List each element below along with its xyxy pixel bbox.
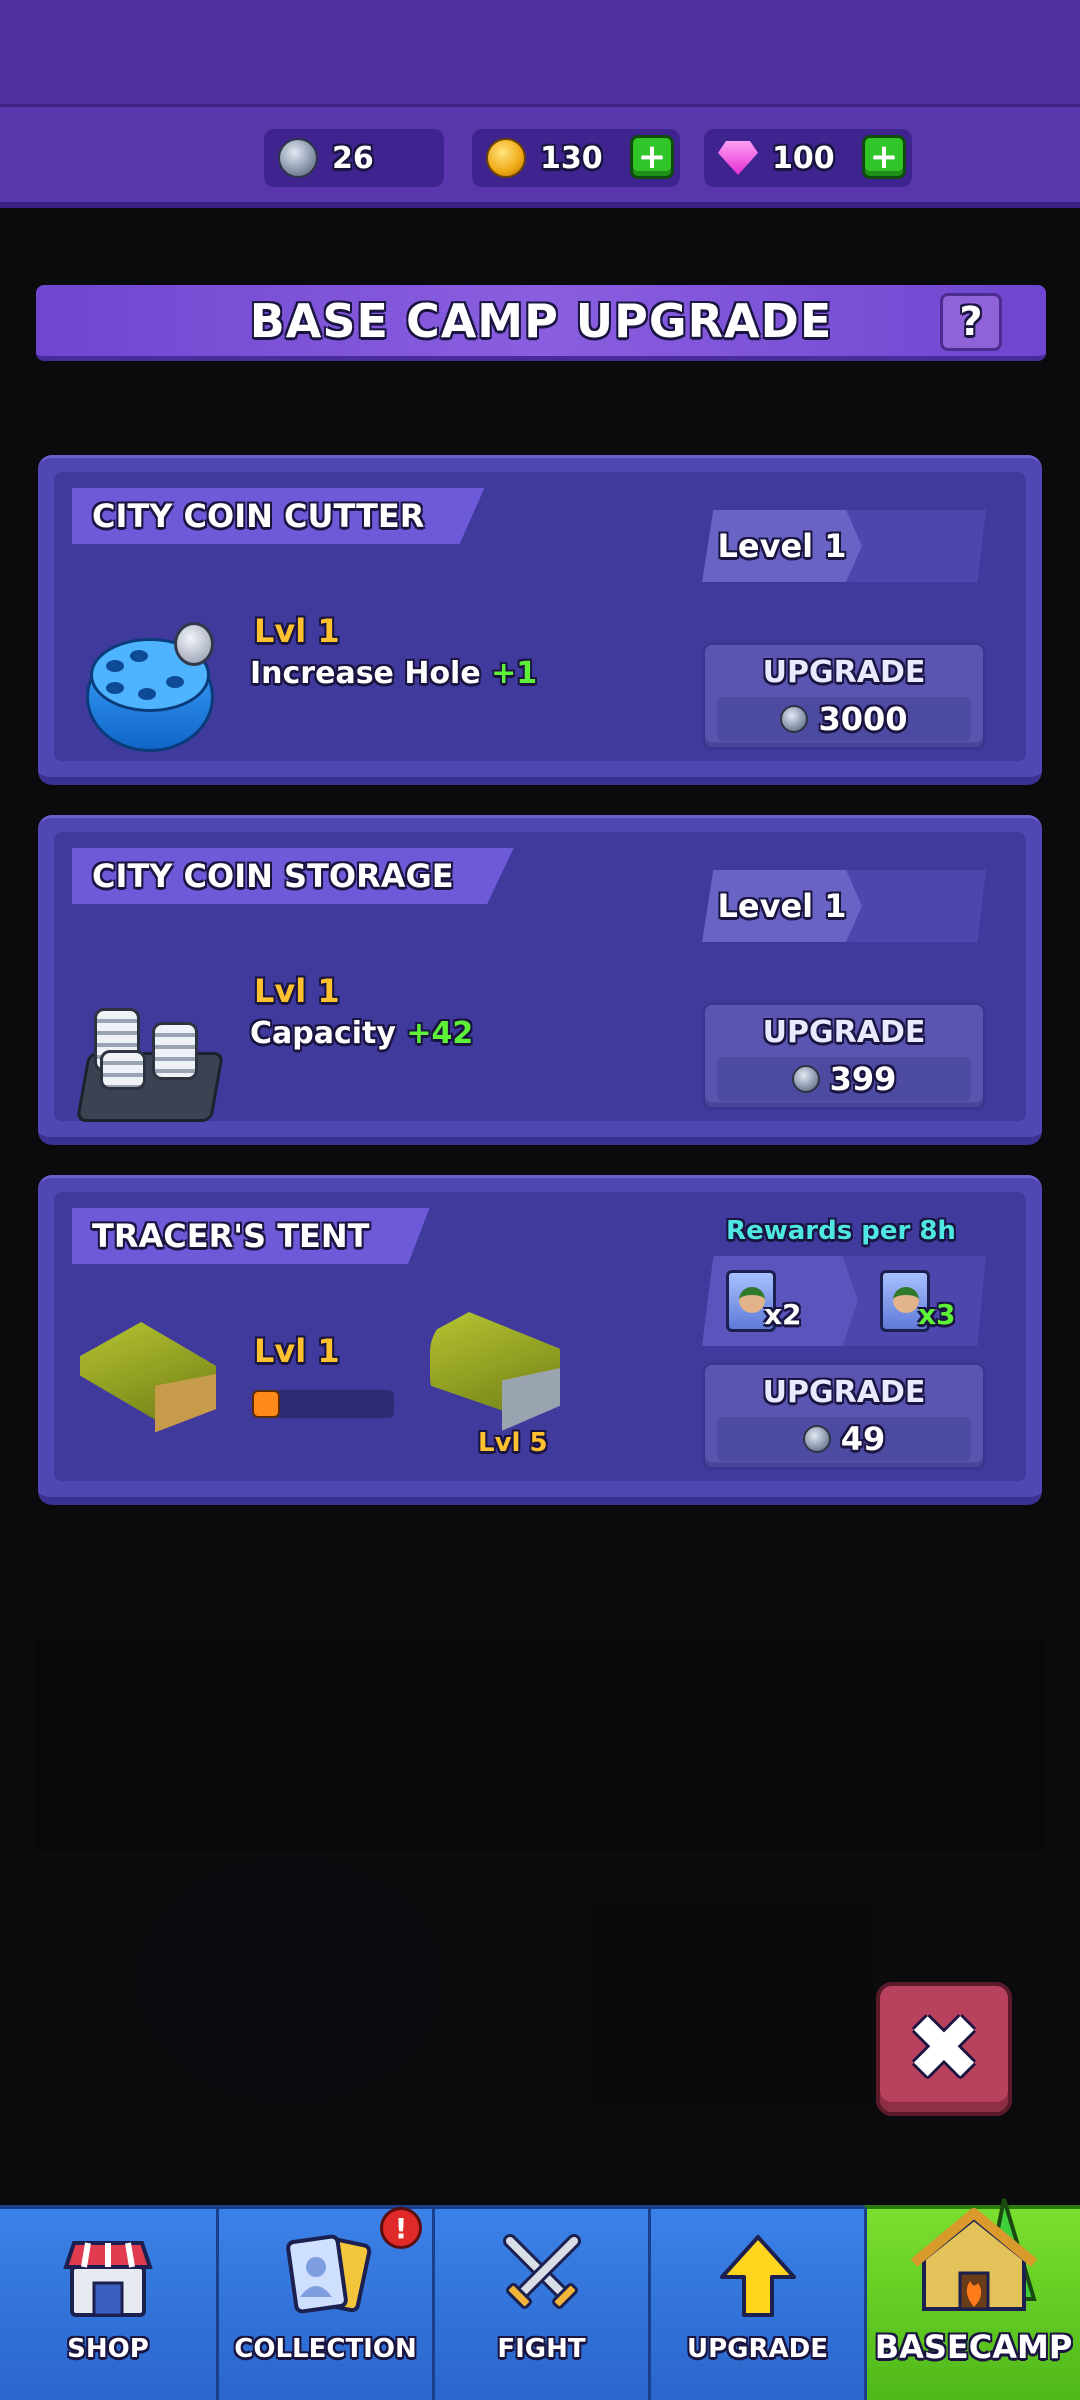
gem-icon <box>718 141 758 175</box>
collection-alert-badge: ! <box>380 2207 422 2249</box>
add-gems-button[interactable]: + <box>862 135 906 179</box>
reward-multiplier: x3 <box>918 1298 956 1331</box>
description-bonus: +42 <box>406 1016 474 1051</box>
card-panel: CITY COIN CUTTER Level 1 Lvl 1 Increase … <box>54 472 1026 761</box>
tent-progress-bar <box>252 1390 394 1418</box>
gold-coin-icon <box>486 138 526 178</box>
up-arrow-icon <box>719 2235 796 2317</box>
level-label: Level 1 <box>702 870 862 942</box>
description-label: Increase Hole <box>250 656 481 691</box>
coin-storage-icon <box>74 992 225 1122</box>
currency-bar: 26 130 + 100 + <box>0 104 1080 208</box>
nav-shop[interactable]: SHOP <box>0 2205 216 2400</box>
level-plate: Level 1 <box>702 510 986 582</box>
upgrade-label: UPGRADE <box>762 1375 926 1410</box>
silver-coin-icon <box>791 1065 820 1093</box>
page-title-banner: BASE CAMP UPGRADE ? <box>36 285 1046 361</box>
shop-icon <box>63 2241 153 2317</box>
coin-cutter-icon <box>86 622 216 752</box>
nav-label: COLLECTION <box>234 2334 417 2364</box>
level-plate: Level 1 <box>702 870 986 942</box>
next-level-text: Lvl 5 <box>478 1428 548 1458</box>
description-label: Capacity <box>250 1016 396 1051</box>
status-area <box>0 0 1080 104</box>
collection-icon <box>285 2234 371 2314</box>
rewards-label: Rewards per 8h <box>726 1216 956 1246</box>
close-button[interactable]: ✖ <box>876 1982 1012 2116</box>
upgrade-cost: 3000 <box>717 697 971 741</box>
card-title: TRACER'S TENT <box>72 1208 430 1264</box>
crossed-swords-icon <box>502 2234 581 2309</box>
upgrade-button[interactable]: UPGRADE 399 <box>702 1002 986 1110</box>
silver-coin-icon <box>278 138 318 178</box>
bottom-navigation: SHOP ! COLLECTION FIGHT UPGRADE BASECAMP <box>0 2198 1080 2400</box>
level-text: Lvl 1 <box>254 972 340 1010</box>
reward-multiplier: x2 <box>764 1298 802 1331</box>
upgrade-description: Capacity +42 <box>250 1016 473 1051</box>
nav-collection[interactable]: ! COLLECTION <box>216 2205 432 2400</box>
background-panel <box>36 1640 1044 1850</box>
nav-label: SHOP <box>67 2334 149 2364</box>
nav-label: FIGHT <box>497 2334 586 2364</box>
upgrade-cost: 49 <box>717 1417 971 1461</box>
gem-amount: 100 <box>772 140 835 176</box>
background-circle <box>140 1860 440 2100</box>
nav-upgrade[interactable]: UPGRADE <box>648 2205 864 2400</box>
tracers-tent-card: TRACER'S TENT Rewards per 8h x2 x3 Lvl 1… <box>38 1175 1042 1505</box>
nav-basecamp[interactable]: BASECAMP <box>864 2198 1080 2400</box>
coin-cutter-card: CITY COIN CUTTER Level 1 Lvl 1 Increase … <box>38 455 1042 785</box>
upgrade-button[interactable]: UPGRADE 3000 <box>702 642 986 750</box>
add-gold-button[interactable]: + <box>630 135 674 179</box>
level-text: Lvl 1 <box>254 1332 340 1370</box>
upgrade-label: UPGRADE <box>762 1015 926 1050</box>
upgrade-cost: 399 <box>717 1057 971 1101</box>
upgrade-button[interactable]: UPGRADE 49 <box>702 1362 986 1470</box>
silver-coin-icon <box>802 1425 831 1453</box>
cost-amount: 3000 <box>818 700 908 738</box>
card-title: CITY COIN STORAGE <box>72 848 514 904</box>
nav-label: BASECAMP <box>874 2328 1073 2366</box>
card-panel: CITY COIN STORAGE Level 1 Lvl 1 Capacity… <box>54 832 1026 1122</box>
tent-icon <box>80 1322 216 1452</box>
upgrade-description: Increase Hole +1 <box>250 656 537 691</box>
card-title: CITY COIN CUTTER <box>72 488 485 544</box>
basecamp-tent-icon <box>910 2198 1037 2311</box>
silver-coin-counter: 26 <box>264 129 444 187</box>
gold-coin-amount: 130 <box>540 140 603 176</box>
nav-label: UPGRADE <box>687 2334 828 2364</box>
cost-amount: 49 <box>840 1420 886 1458</box>
nav-fight[interactable]: FIGHT <box>432 2205 648 2400</box>
level-text: Lvl 1 <box>254 612 340 650</box>
silver-coin-icon <box>780 705 809 733</box>
help-button[interactable]: ? <box>940 293 1002 351</box>
silver-coin-amount: 26 <box>332 140 374 176</box>
progress-fill <box>252 1390 281 1418</box>
gem-counter: 100 + <box>704 129 912 187</box>
card-panel: TRACER'S TENT Rewards per 8h x2 x3 Lvl 1… <box>54 1192 1026 1481</box>
background-box <box>585 1900 875 2110</box>
level-label: Level 1 <box>702 510 862 582</box>
gold-coin-counter: 130 + <box>472 129 680 187</box>
cost-amount: 399 <box>829 1060 897 1098</box>
rewards-plate: x2 x3 <box>702 1256 986 1346</box>
page-title: BASE CAMP UPGRADE <box>249 293 833 348</box>
coin-storage-card: CITY COIN STORAGE Level 1 Lvl 1 Capacity… <box>38 815 1042 1145</box>
upgrade-label: UPGRADE <box>762 655 926 690</box>
description-bonus: +1 <box>491 656 538 691</box>
